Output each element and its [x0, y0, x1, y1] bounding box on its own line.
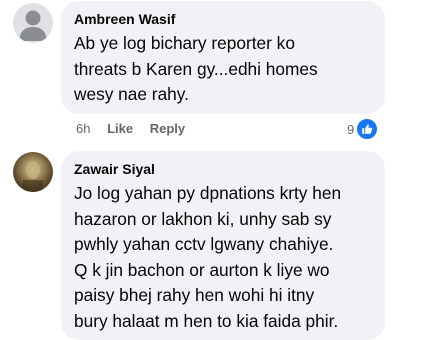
comment-text: Ab ye log bichary reporter ko threats b … [74, 33, 318, 104]
thumbs-up-icon [356, 118, 379, 140]
reaction-count: 9 [347, 121, 355, 137]
comment-text: Jo log yahan py dpnations krty hen hazar… [74, 183, 342, 331]
comment-author[interactable]: Ambreen Wasif [74, 10, 373, 28]
comment-thread: Ambreen Wasif Ab ye log bichary reporter… [0, 0, 437, 340]
default-avatar-icon [19, 10, 47, 41]
avatar[interactable] [13, 3, 53, 43]
avatar[interactable] [13, 152, 53, 192]
comment-actions: 6h Like Reply [76, 121, 198, 137]
profile-photo-icon [23, 161, 43, 192]
like-button[interactable]: Like [107, 121, 133, 137]
comment-author[interactable]: Zawair Siyal [74, 160, 373, 178]
comment-timestamp[interactable]: 6h [76, 121, 90, 137]
comment-bubble: Zawair Siyal Jo log yahan py dpnations k… [61, 151, 385, 340]
reply-button[interactable]: Reply [150, 121, 185, 137]
reaction-summary[interactable]: 9 [347, 118, 379, 140]
comment-bubble: Ambreen Wasif Ab ye log bichary reporter… [61, 1, 385, 114]
